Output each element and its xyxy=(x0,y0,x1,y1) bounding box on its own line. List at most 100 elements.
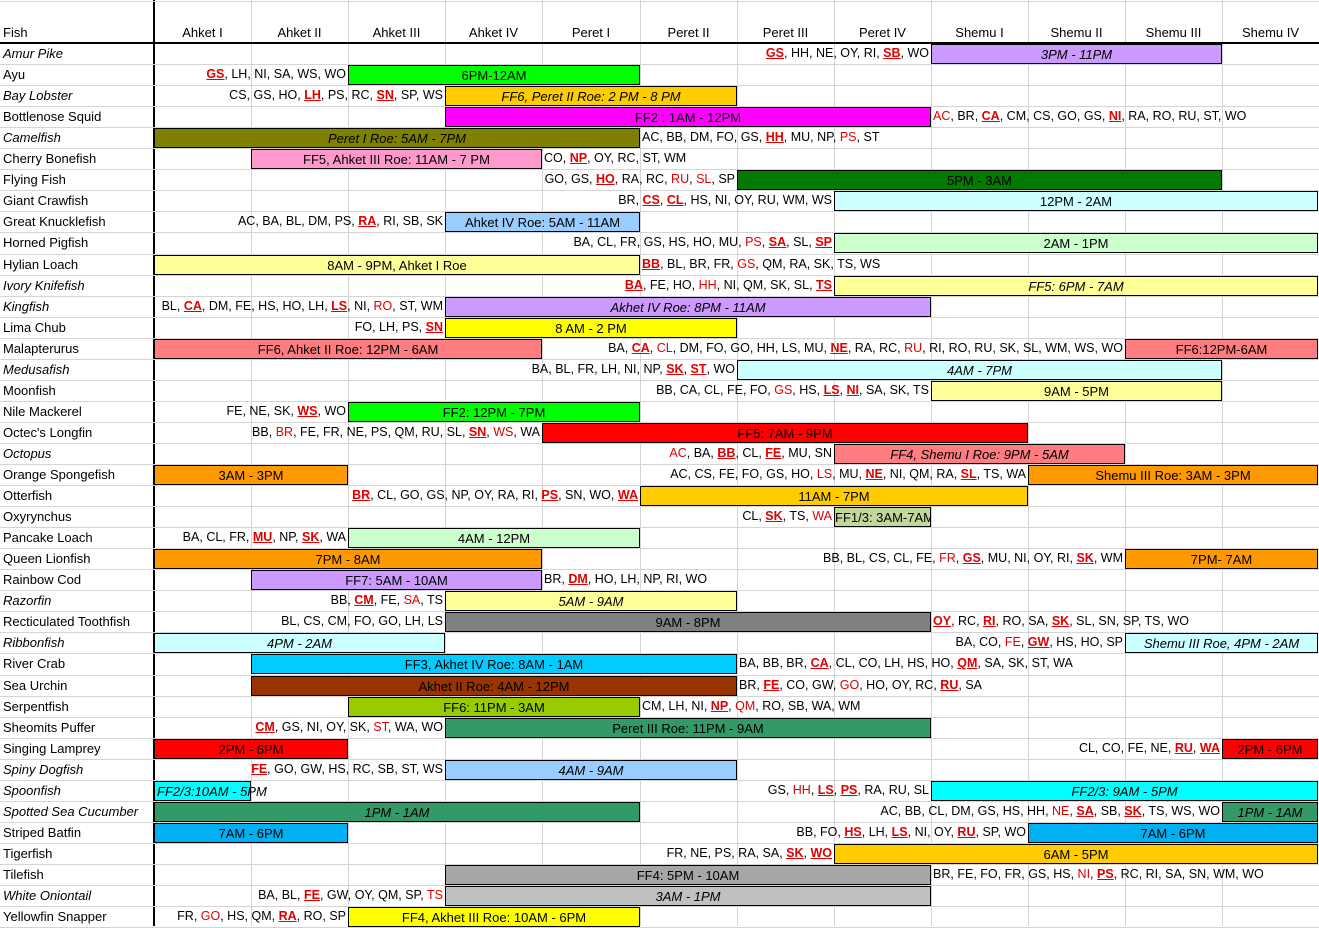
fish-name[interactable]: Singing Lamprey xyxy=(0,738,153,759)
fish-name[interactable]: Striped Batfin xyxy=(0,822,153,843)
time-window-bar[interactable]: Peret III Roe: 11PM - 9AM xyxy=(445,718,931,738)
time-window-bar[interactable]: 2AM - 1PM xyxy=(834,233,1318,253)
time-window-bar[interactable]: 3AM - 1PM xyxy=(445,886,931,906)
time-window-bar[interactable]: 8AM - 9PM, Ahket I Roe xyxy=(154,255,640,275)
fish-name[interactable]: Horned Pigfish xyxy=(0,232,153,253)
header-month[interactable]: Shemu I xyxy=(931,23,1028,42)
time-window-bar[interactable]: FF1/3: 3AM-7AM xyxy=(834,507,931,527)
time-window-bar[interactable]: FF2/3:10AM - 5PM xyxy=(154,781,267,801)
fish-name[interactable]: Amur Pike xyxy=(0,43,153,64)
fish-name[interactable]: Medusafish xyxy=(0,359,153,380)
fish-name[interactable]: Camelfish xyxy=(0,127,153,148)
time-window-bar[interactable]: FF6:12PM-6AM xyxy=(1125,339,1318,359)
fish-name[interactable]: Hylian Loach xyxy=(0,254,153,275)
fish-name[interactable]: Oxyrynchus xyxy=(0,506,153,527)
time-window-bar[interactable]: 6PM-12AM xyxy=(348,65,640,85)
time-window-bar[interactable]: Akhet IV Roe: 8PM - 11AM xyxy=(445,297,931,317)
time-window-bar[interactable]: FF6: 11PM - 3AM xyxy=(348,697,640,717)
time-window-bar[interactable]: 6AM - 5PM xyxy=(834,844,1318,864)
header-month[interactable]: Ahket III xyxy=(348,23,445,42)
time-window-bar[interactable]: 9AM - 5PM xyxy=(931,381,1222,401)
fish-name[interactable]: Recticulated Toothfish xyxy=(0,611,153,632)
fish-name[interactable]: Serpentfish xyxy=(0,696,153,717)
fish-name[interactable]: Queen Lionfish xyxy=(0,548,153,569)
fish-name[interactable]: Orange Spongefish xyxy=(0,464,153,485)
fish-name[interactable]: Pancake Loach xyxy=(0,527,153,548)
time-window-bar[interactable]: 2PM - 6PM xyxy=(154,739,348,759)
time-window-bar[interactable]: Shemu III Roe: 3AM - 3PM xyxy=(1028,465,1318,485)
time-window-bar[interactable]: FF3, Akhet IV Roe: 8AM - 1AM xyxy=(251,654,737,674)
fish-name[interactable]: Ayu xyxy=(0,64,153,85)
fish-name[interactable]: Sea Urchin xyxy=(0,675,153,696)
fish-name[interactable]: Spoonfish xyxy=(0,780,153,801)
fish-name[interactable]: Rainbow Cod xyxy=(0,569,153,590)
header-month[interactable]: Peret II xyxy=(640,23,737,42)
fish-name[interactable]: Bottlenose Squid xyxy=(0,106,153,127)
fish-name[interactable]: Nile Mackerel xyxy=(0,401,153,422)
time-window-bar[interactable]: Shemu III Roe, 4PM - 2AM xyxy=(1125,633,1318,653)
time-window-bar[interactable]: 1PM - 1AM xyxy=(1222,802,1318,822)
header-month[interactable]: Shemu IV xyxy=(1222,23,1319,42)
time-window-bar[interactable]: 7AM - 6PM xyxy=(1028,823,1318,843)
fish-name[interactable]: Ivory Knifefish xyxy=(0,275,153,296)
fish-name[interactable]: Lima Chub xyxy=(0,317,153,338)
header-month[interactable]: Peret I xyxy=(542,23,640,42)
fish-name[interactable]: White Oniontail xyxy=(0,885,153,906)
fish-name[interactable]: Ribbonfish xyxy=(0,632,153,653)
time-window-bar[interactable]: FF7: 5AM - 10AM xyxy=(251,570,542,590)
header-month[interactable]: Ahket I xyxy=(154,23,251,42)
fish-name[interactable]: Tilefish xyxy=(0,864,153,885)
time-window-bar[interactable]: 5PM - 3AM xyxy=(737,170,1222,190)
time-window-bar[interactable]: 7PM - 8AM xyxy=(154,549,542,569)
fish-name[interactable]: Tigerfish xyxy=(0,843,153,864)
time-window-bar[interactable]: FF6, Ahket II Roe: 12PM - 6AM xyxy=(154,339,542,359)
time-window-bar[interactable]: FF4, Shemu I Roe: 9PM - 5AM xyxy=(834,444,1125,464)
time-window-bar[interactable]: FF4: 5PM - 10AM xyxy=(445,865,931,885)
fish-name[interactable]: Malapterurus xyxy=(0,338,153,359)
fish-name[interactable]: Giant Crawfish xyxy=(0,190,153,211)
fish-name[interactable]: Sheomits Puffer xyxy=(0,717,153,738)
time-window-bar[interactable]: 1PM - 1AM xyxy=(154,802,640,822)
header-month[interactable]: Shemu II xyxy=(1028,23,1125,42)
fish-name[interactable]: Otterfish xyxy=(0,485,153,506)
fish-name[interactable]: Spotted Sea Cucumber xyxy=(0,801,153,822)
time-window-bar[interactable]: 7AM - 6PM xyxy=(154,823,348,843)
fish-name[interactable]: River Crab xyxy=(0,653,153,674)
fish-name[interactable]: Bay Lobster xyxy=(0,85,153,106)
fish-name[interactable]: Yellowfin Snapper xyxy=(0,906,153,927)
time-window-bar[interactable]: 11AM - 7PM xyxy=(640,486,1028,506)
fish-name[interactable]: Cherry Bonefish xyxy=(0,148,153,169)
header-month[interactable]: Peret III xyxy=(737,23,834,42)
fish-name[interactable]: Razorfin xyxy=(0,590,153,611)
fish-name[interactable]: Octopus xyxy=(0,443,153,464)
header-month[interactable]: Ahket IV xyxy=(445,23,542,42)
time-window-bar[interactable]: FF2: 12PM - 7PM xyxy=(348,402,640,422)
time-window-bar[interactable]: 5AM - 9AM xyxy=(445,591,737,611)
time-window-bar[interactable]: 12PM - 2AM xyxy=(834,191,1318,211)
time-window-bar[interactable]: Ahket IV Roe: 5AM - 11AM xyxy=(445,212,640,232)
time-window-bar[interactable]: Akhet II Roe: 4AM - 12PM xyxy=(251,676,737,696)
time-window-bar[interactable]: FF4, Akhet III Roe: 10AM - 6PM xyxy=(348,907,640,927)
time-window-bar[interactable]: 3PM - 11PM xyxy=(931,44,1222,64)
time-window-bar[interactable]: FF2 : 1AM - 12PM xyxy=(445,107,931,127)
time-window-bar[interactable]: 4AM - 9AM xyxy=(445,760,737,780)
fish-name[interactable]: Great Knucklefish xyxy=(0,211,153,232)
time-window-bar[interactable]: 2PM - 6PM xyxy=(1222,739,1318,759)
time-window-bar[interactable]: 9AM - 8PM xyxy=(445,612,931,632)
fish-name[interactable]: Moonfish xyxy=(0,380,153,401)
time-window-bar[interactable]: FF5: 6PM - 7AM xyxy=(834,276,1318,296)
header-fish[interactable]: Fish xyxy=(0,23,153,42)
time-window-bar[interactable]: FF5: 7AM - 9PM xyxy=(542,423,1028,443)
time-window-bar[interactable]: 4AM - 7PM xyxy=(737,360,1222,380)
fish-name[interactable]: Flying Fish xyxy=(0,169,153,190)
time-window-bar[interactable]: 3AM - 3PM xyxy=(154,465,348,485)
time-window-bar[interactable]: FF5, Ahket III Roe: 11AM - 7 PM xyxy=(251,149,542,169)
time-window-bar[interactable]: 4PM - 2AM xyxy=(154,633,445,653)
time-window-bar[interactable]: 8 AM - 2 PM xyxy=(445,318,737,338)
time-window-bar[interactable]: 4AM - 12PM xyxy=(348,528,640,548)
time-window-bar[interactable]: FF2/3: 9AM - 5PM xyxy=(931,781,1318,801)
fish-name[interactable]: Kingfish xyxy=(0,296,153,317)
time-window-bar[interactable]: 7PM- 7AM xyxy=(1125,549,1318,569)
header-month[interactable]: Peret IV xyxy=(834,23,931,42)
fish-name[interactable]: Spiny Dogfish xyxy=(0,759,153,780)
